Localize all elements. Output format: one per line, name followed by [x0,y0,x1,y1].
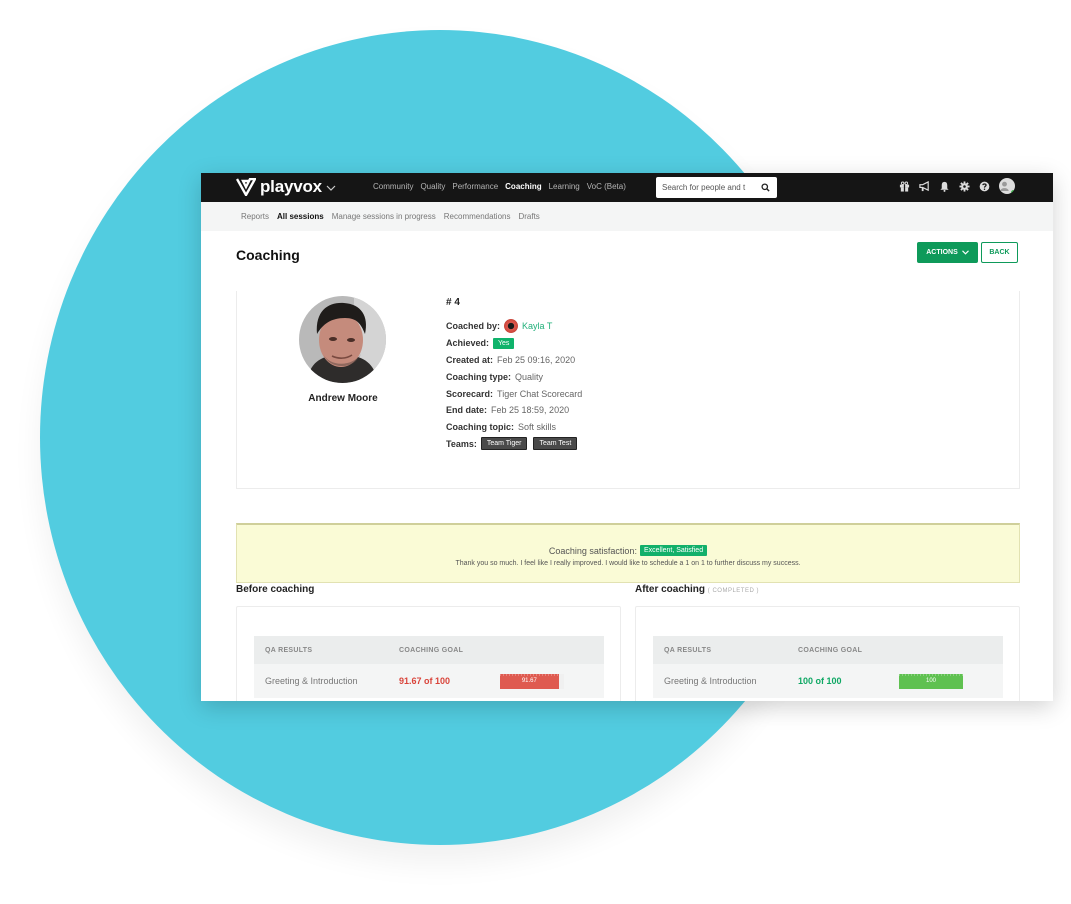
col-coaching-goal: COACHING GOAL [798,646,863,654]
table-header: QA RESULTS COACHING GOAL [653,636,1003,664]
nav-performance[interactable]: Performance [452,182,498,191]
before-coaching-title: Before coaching [236,584,314,595]
search-box [656,177,777,198]
subnav-drafts[interactable]: Drafts [518,212,539,221]
app-window: playvox Community Quality Performance Co… [201,173,1053,701]
coaching-topic-value: Soft skills [518,422,557,433]
coaching-topic-row: Coaching topic: Soft skills [446,419,582,436]
criterion-name: Greeting & Introduction [265,676,358,686]
before-title-text: Before coaching [236,584,315,595]
chevron-down-icon [961,250,969,255]
coaching-type-label: Coaching type: [446,371,512,382]
page-header: Coaching ACTIONS BACK [201,231,1053,289]
after-results-table: QA RESULTS COACHING GOAL Greeting & Intr… [653,636,1003,698]
playvox-logo-icon [236,178,256,196]
satisfaction-badge: Excellent, Satisfied [639,545,708,556]
created-value: Feb 25 09:16, 2020 [497,354,576,365]
chevron-down-icon [326,185,336,191]
session-number: # 4 [446,297,460,308]
help-icon[interactable] [979,181,990,192]
sub-nav: Reports All sessions Manage sessions in … [201,202,1053,231]
teams-row: Teams: Team Tiger Team Test [446,436,582,453]
session-details-card: Andrew Moore # 4 Coached by: Kayla T Ach… [236,291,1020,489]
brand-menu[interactable]: playvox [236,177,336,197]
score-bar: 91.67 [500,673,564,689]
score-bar: 100 [899,673,963,689]
subnav-manage-sessions[interactable]: Manage sessions in progress [332,212,436,221]
coaching-topic-label: Coaching topic: [446,422,514,433]
coach-link[interactable]: Kayla T [522,321,552,331]
score-bar-fill: 100 [899,673,963,689]
criterion-score: 91.67 of 100 [399,676,451,686]
subnav-recommendations[interactable]: Recommendations [444,212,511,221]
brand-name: playvox [260,177,322,196]
online-status-dot [1011,190,1015,194]
back-button[interactable]: BACK [981,242,1018,263]
gift-icon[interactable] [899,181,910,192]
nav-learning[interactable]: Learning [549,182,580,191]
coached-by-label: Coached by: [446,321,501,332]
coachee-name: Andrew Moore [308,393,378,404]
search-icon[interactable] [761,183,770,192]
satisfaction-label: Coaching satisfaction: [548,545,637,556]
top-nav: playvox Community Quality Performance Co… [201,173,1053,202]
session-details: # 4 Coached by: Kayla T Achieved: Yes Cr… [446,297,582,452]
after-title-text: After coaching [635,584,706,595]
subnav-all-sessions[interactable]: All sessions [277,212,324,221]
megaphone-icon[interactable] [919,180,930,192]
end-date-row: End date: Feb 25 18:59, 2020 [446,402,582,419]
end-date-value: Feb 25 18:59, 2020 [491,405,570,416]
nav-coaching[interactable]: Coaching [505,182,541,191]
achieved-label: Achieved: [446,338,490,349]
user-silhouette-icon [1000,181,1009,191]
col-qa-results: QA RESULTS [664,646,712,654]
scorecard-row: Scorecard: Tiger Chat Scorecard [446,385,582,402]
coaching-type-value: Quality [515,371,544,382]
user-avatar[interactable] [999,178,1015,194]
coach-avatar [504,319,519,334]
col-coaching-goal: COACHING GOAL [399,646,464,654]
after-results-card: QA RESULTS COACHING GOAL Greeting & Intr… [635,606,1020,701]
nav-voc[interactable]: VoC (Beta) [587,182,626,191]
actions-label: ACTIONS [926,249,958,256]
created-row: Created at: Feb 25 09:16, 2020 [446,352,582,369]
actions-button[interactable]: ACTIONS [917,242,978,263]
team-tag: Team Tiger [480,437,528,451]
before-results-table: QA RESULTS COACHING GOAL Greeting & Intr… [254,636,604,698]
score-bar-fill: 91.67 [500,673,559,689]
header-tools [899,178,1015,194]
end-date-label: End date: [446,405,488,416]
main-nav: Community Quality Performance Coaching L… [373,182,626,191]
achieved-badge: Yes [493,337,515,349]
nav-community[interactable]: Community [373,182,413,191]
satisfaction-banner: Coaching satisfaction: Excellent, Satisf… [236,523,1020,583]
coaching-type-row: Coaching type: Quality [446,368,582,385]
scorecard-label: Scorecard: [446,388,494,399]
satisfaction-line: Coaching satisfaction: Excellent, Satisf… [237,545,1019,556]
nav-quality[interactable]: Quality [420,182,445,191]
coachee-photo [299,296,386,383]
table-row: Greeting & Introduction 91.67 of 100 91.… [254,664,604,698]
page-title: Coaching [236,247,300,263]
completed-status: ( COMPLETED ) [707,588,759,594]
search-input[interactable] [662,183,757,192]
criterion-score: 100 of 100 [798,676,842,686]
team-tag: Team Test [533,437,578,451]
achieved-row: Achieved: Yes [446,335,582,352]
subnav-reports[interactable]: Reports [241,212,269,221]
coached-by-row: Coached by: Kayla T [446,318,582,335]
table-row: Greeting & Introduction 100 of 100 100 [653,664,1003,698]
col-qa-results: QA RESULTS [265,646,313,654]
scorecard-value: Tiger Chat Scorecard [497,388,583,399]
bell-icon[interactable] [939,181,950,192]
gear-icon[interactable] [959,180,970,192]
created-label: Created at: [446,354,494,365]
table-header: QA RESULTS COACHING GOAL [254,636,604,664]
before-results-card: QA RESULTS COACHING GOAL Greeting & Intr… [236,606,621,701]
criterion-name: Greeting & Introduction [664,676,757,686]
after-coaching-title: After coaching ( COMPLETED ) [635,584,759,595]
teams-label: Teams: [446,438,477,449]
satisfaction-comment: Thank you so much. I feel like I really … [455,560,801,567]
